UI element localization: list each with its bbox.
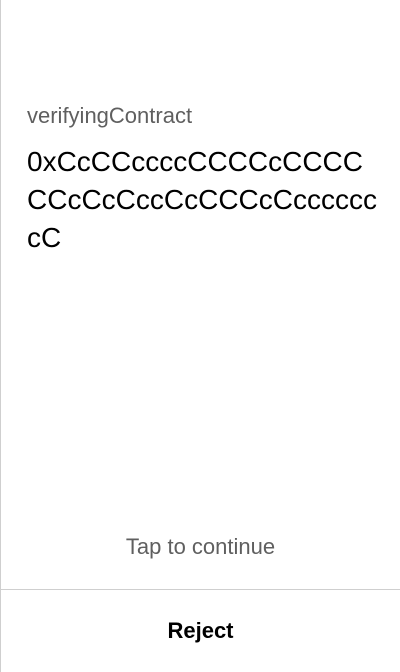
signing-screen[interactable]: verifyingContract 0xCcCCccccCCCCcCCCCCCc… — [0, 0, 400, 672]
reject-button-label: Reject — [167, 618, 234, 643]
tap-to-continue-hint: Tap to continue — [125, 534, 276, 559]
reject-button[interactable]: Reject — [1, 590, 400, 672]
field-label: verifyingContract — [27, 103, 193, 128]
field-value: 0xCcCCccccCCCCcCCCCCCcCcCccCcCCCcCcccccc… — [27, 146, 377, 253]
typed-data-field: verifyingContract 0xCcCCccccCCCCcCCCCCCc… — [27, 102, 377, 257]
